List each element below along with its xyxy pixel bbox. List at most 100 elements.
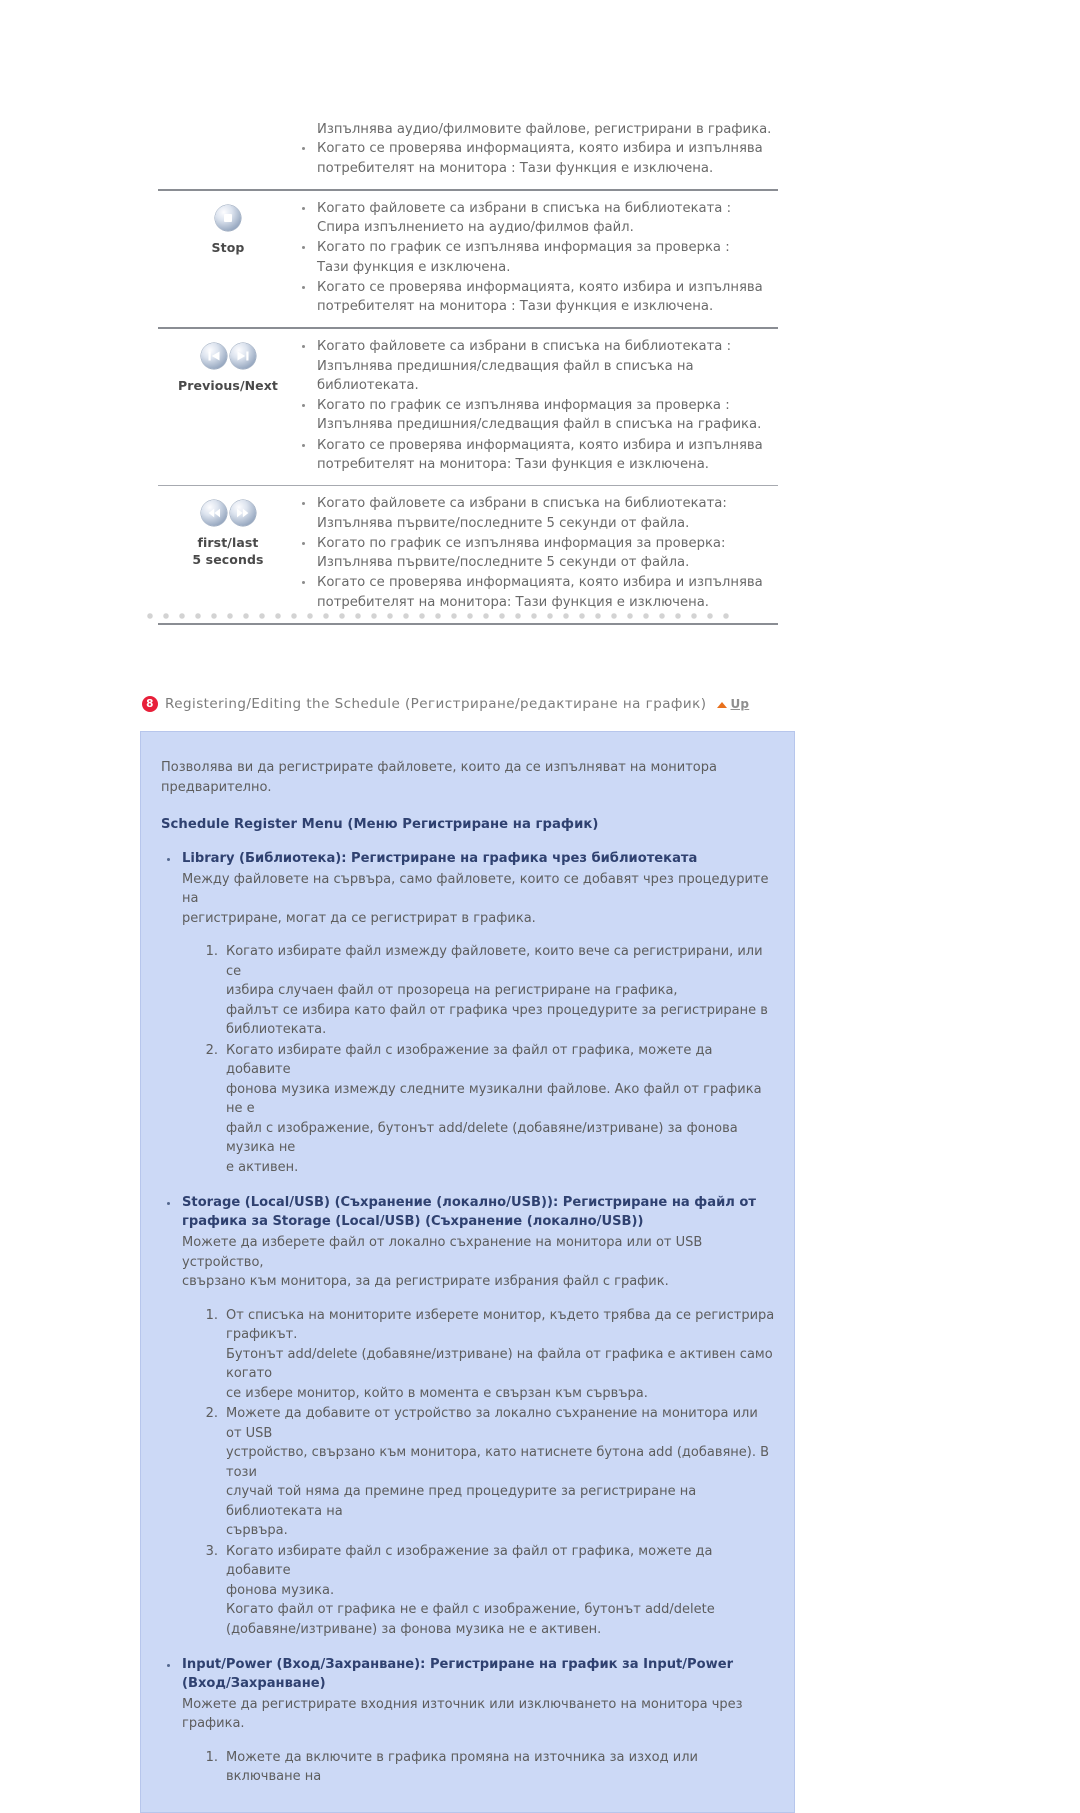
page-title: Registering/Editing the Schedule (Регист… — [165, 696, 707, 712]
list-item: Когато избирате файл с изображение за фа… — [196, 1542, 776, 1640]
previous-track-icon — [200, 343, 227, 370]
bullet-line: Когато се проверява информацията, която … — [317, 279, 763, 295]
dotted-separator — [146, 612, 732, 620]
list-item: Когато се проверява информацията, която … — [298, 573, 778, 612]
list-item: Когато избирате файл измежду файловете, … — [196, 942, 776, 1040]
step-line: Когато избирате файл измежду файловете, … — [226, 944, 763, 979]
icon-label: Stop — [211, 239, 245, 255]
list-item: Когато по график се изпълнява информация… — [298, 534, 778, 573]
topic-title-line2: (Вход/Захранване) — [182, 1675, 326, 1691]
step-line: файл с изображение, бутонът add/delete (… — [226, 1120, 738, 1156]
step-line: Можете да включите в графика промяна на … — [226, 1749, 698, 1785]
step-line: Когато избирате файл с изображение за фа… — [226, 1543, 713, 1579]
step-list: От списъка на мониторите изберете монито… — [182, 1306, 776, 1640]
list-item: Когато файловете са избрани в списъка на… — [298, 494, 778, 533]
row-bullet-list: Когато файловете са избрани в списъка на… — [298, 199, 778, 317]
schedule-register-panel: Позволява ви да регистрирате файловете, … — [140, 731, 795, 1813]
fast-forward-icon — [229, 500, 256, 527]
step-line: Когато избирате файл с изображение за фа… — [226, 1042, 713, 1078]
schedule-register-menu-title: Schedule Register Menu (Меню Регистриран… — [161, 817, 599, 832]
row-icon-cell — [158, 112, 298, 136]
list-item: Можете да добавите от устройство за лока… — [196, 1404, 776, 1541]
bullet-line: потребителят на монитора : Тази функция … — [317, 160, 714, 176]
next-track-icon — [229, 343, 256, 370]
desc-line: Можете да изберете файл от локално съхра… — [182, 1235, 703, 1270]
row-icon-cell: Stop — [158, 191, 298, 267]
bullet-line: Когато се проверява информацията, която … — [317, 437, 763, 453]
list-item: Когато файловете са избрани в списъка на… — [298, 199, 778, 238]
bullet-line: Изпълнява предишния/следващия файл в спи… — [317, 417, 762, 433]
row-bullet-list: Когато се проверява информацията, която … — [298, 139, 778, 178]
list-item: Когато се проверява информацията, която … — [298, 278, 778, 317]
section-heading: 8 Registering/Editing the Schedule (Реги… — [142, 696, 749, 712]
list-item: От списъка на мониторите изберете монито… — [196, 1306, 776, 1404]
list-item: Когато избирате файл с изображение за фа… — [196, 1041, 776, 1178]
row-body-cell: Изпълнява аудио/филмовите файлове, регис… — [298, 112, 778, 189]
topic-description: Между файловете на сървъра, само файлове… — [182, 870, 776, 929]
bullet-line: Когато по график се изпълнява информация… — [317, 535, 726, 551]
divider — [158, 622, 778, 625]
list-item: Когато файловете са избрани в списъка на… — [298, 337, 778, 395]
bullet-line: Когато файловете са избрани в списъка на… — [317, 200, 732, 216]
desc-line: свързано към монитора, за да регистрират… — [182, 1274, 669, 1290]
topic-description: Можете да изберете файл от локално съхра… — [182, 1233, 776, 1292]
step-line: е активен. — [226, 1159, 299, 1175]
step-line: избира случаен файл от прозореца на реги… — [226, 983, 678, 999]
media-control-feature-table: Изпълнява аудио/филмовите файлове, регис… — [158, 112, 778, 625]
list-item: Когато се проверява информацията, която … — [298, 436, 778, 475]
desc-line: Между файловете на сървъра, само файлове… — [182, 871, 769, 907]
topic-library: Library (Библиотека): Регистриране на гр… — [153, 850, 776, 1177]
step-line: графикът. — [226, 1327, 298, 1343]
bullet-line: Когато файловете са избрани в списъка на… — [317, 496, 727, 512]
icon-label-line1: first/last — [197, 535, 259, 551]
bullet-line: потребителят на монитора: Тази функция е… — [317, 456, 709, 472]
table-row: first/last 5 seconds Когато файловете са… — [158, 486, 778, 623]
step-line: библиотеката. — [226, 1022, 327, 1038]
icon-label-line2: 5 seconds — [192, 552, 264, 568]
row-icon-cell: Previous/Next — [158, 329, 298, 405]
first-last-icon — [158, 500, 298, 527]
bullet-line: Тази функция е изключена. — [317, 259, 511, 275]
bullet-line: Когато по график се изпълнява информация… — [317, 240, 730, 256]
step-list: Когато избирате файл измежду файловете, … — [182, 942, 776, 1177]
step-line: Когато файл от графика не е файл с изобр… — [226, 1602, 715, 1618]
row-bullet-list: Когато файловете са избрани в списъка на… — [298, 337, 778, 474]
bullet-line: Когато се проверява информацията, която … — [317, 141, 763, 157]
row-body-cell: Когато файловете са избрани в списъка на… — [298, 191, 778, 328]
step-line: (добавяне/изтриване) за фонова музика не… — [226, 1621, 602, 1637]
row-bullet-list: Когато файловете са избрани в списъка на… — [298, 494, 778, 612]
step-line: устройство, свързано към монитора, като … — [226, 1445, 770, 1480]
up-link[interactable]: Up — [717, 697, 749, 711]
bullet-line: потребителят на монитора : Тази функция … — [317, 299, 714, 315]
step-line: Бутонът add/delete (добавяне/изтриване) … — [226, 1346, 773, 1382]
desc-line: регистриране, могат да се регистрират в … — [182, 910, 536, 926]
topic-title-line1: Storage (Local/USB) (Съхранение (локално… — [182, 1195, 757, 1211]
row-lead-text: Изпълнява аудио/филмовите файлове, регис… — [317, 122, 772, 137]
topic-title-line1: Input/Power (Вход/Захранване): Регистрир… — [182, 1657, 734, 1673]
up-link-label: Up — [730, 697, 750, 711]
bullet-line: Изпълнява първите/последните 5 секунди о… — [317, 515, 690, 531]
row-body-cell: Когато файловете са избрани в списъка на… — [298, 329, 778, 485]
bullet-line: Изпълнява първите/последните 5 секунди о… — [317, 555, 690, 571]
icon-label: Previous/Next — [177, 378, 278, 394]
topic-storage-local-usb: Storage (Local/USB) (Съхранение (локално… — [153, 1194, 776, 1639]
step-line: случай той няма да премине пред процедур… — [226, 1484, 697, 1519]
desc-line: Можете да регистрирате входния източник … — [182, 1696, 743, 1732]
stop-button-glyph — [215, 204, 241, 231]
list-item: Когато се проверява информацията, която … — [298, 139, 778, 178]
stop-icon — [158, 204, 298, 231]
step-line: фонова музика. — [226, 1582, 335, 1598]
list-item: Когато по график се изпълнява информация… — [298, 396, 778, 435]
step-list: Можете да включите в графика промяна на … — [182, 1748, 776, 1787]
step-line: сървъра. — [226, 1523, 288, 1539]
bullet-line: потребителят на монитора: Тази функция е… — [317, 594, 709, 610]
topic-input-power: Input/Power (Вход/Захранване): Регистрир… — [153, 1656, 776, 1787]
bullet-line: Когато по график се изпълнява информация… — [317, 398, 730, 414]
list-item: Можете да включите в графика промяна на … — [196, 1748, 776, 1787]
previous-next-icon — [158, 343, 298, 370]
list-item: Когато по график се изпълнява информация… — [298, 238, 778, 277]
table-row: Stop Когато файловете са избрани в списъ… — [158, 191, 778, 328]
section-number-badge: 8 — [142, 696, 158, 712]
step-line: От списъка на мониторите изберете монито… — [226, 1307, 775, 1323]
step-line: фонова музика измежду следните музикални… — [226, 1081, 762, 1117]
